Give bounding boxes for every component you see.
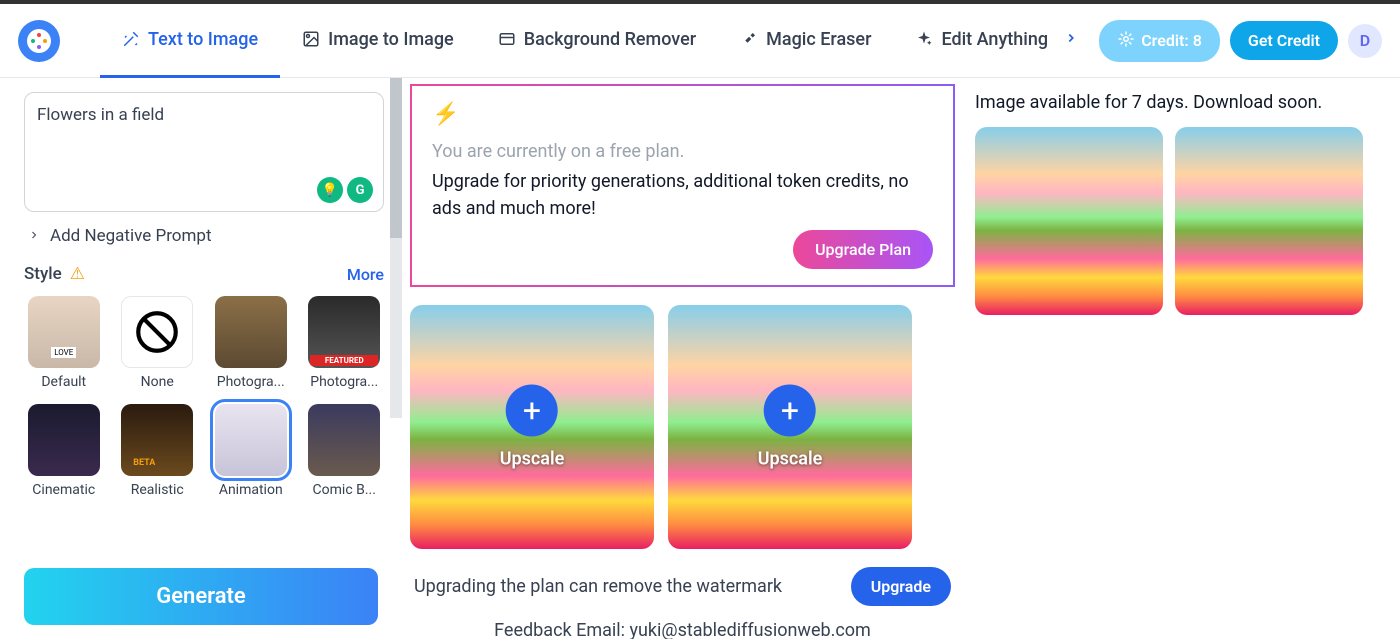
upgrade-description: Upgrade for priority generations, additi…: [432, 168, 933, 222]
style-comic-book[interactable]: Comic B...: [305, 404, 385, 498]
nav-label: Background Remover: [524, 29, 696, 50]
credit-icon: [1117, 30, 1135, 52]
generate-button[interactable]: Generate: [24, 568, 378, 625]
none-icon: [121, 296, 193, 368]
style-photography-1[interactable]: Photogra...: [211, 296, 291, 390]
bolt-icon: ⚡: [432, 102, 933, 127]
style-cinematic[interactable]: Cinematic: [24, 404, 104, 498]
generated-image-1[interactable]: + Upscale: [410, 305, 654, 549]
main-content: ⚡ You are currently on a free plan. Upgr…: [402, 78, 967, 639]
nav-image-to-image[interactable]: Image to Image: [280, 4, 476, 78]
upscale-plus-icon[interactable]: +: [764, 385, 816, 437]
upgrade-plan-button[interactable]: Upgrade Plan: [793, 230, 933, 269]
style-animation[interactable]: Animation: [211, 404, 291, 498]
upscale-label: Upscale: [500, 449, 565, 470]
style-more-link[interactable]: More: [347, 265, 384, 284]
style-grid: Default None Photogra... Photogra... Cin…: [24, 296, 384, 498]
header: Text to Image Image to Image Background …: [0, 4, 1400, 78]
style-realistic[interactable]: Realistic: [118, 404, 198, 498]
thumbnail-image-2[interactable]: [1175, 127, 1363, 315]
sidebar-scrollbar[interactable]: [390, 78, 402, 418]
nav-label: Magic Eraser: [766, 29, 871, 50]
nav-label: Image to Image: [328, 29, 454, 50]
upgrade-button[interactable]: Upgrade: [851, 567, 951, 606]
nav-background-remover[interactable]: Background Remover: [476, 4, 718, 78]
credit-pill[interactable]: Credit: 8: [1099, 20, 1220, 62]
lightbulb-icon[interactable]: 💡: [317, 177, 343, 203]
style-none[interactable]: None: [118, 296, 198, 390]
prompt-input[interactable]: Flowers in a field 💡 G: [24, 92, 384, 212]
app-logo[interactable]: [18, 20, 60, 62]
sidebar: Flowers in a field 💡 G Add Negative Prom…: [0, 78, 402, 639]
nav-label: Text to Image: [148, 29, 258, 50]
negative-prompt-label: Add Negative Prompt: [50, 226, 212, 246]
grammarly-icon[interactable]: G: [347, 177, 373, 203]
image-icon: [302, 30, 320, 48]
chevron-right-icon: [28, 226, 40, 246]
upscale-label: Upscale: [758, 449, 823, 470]
add-negative-prompt[interactable]: Add Negative Prompt: [24, 226, 384, 246]
thumbnail-image-1[interactable]: [975, 127, 1163, 315]
credit-label: Credit: 8: [1141, 31, 1202, 50]
brush-icon: [740, 30, 758, 48]
style-section-label: Style ⚠: [24, 264, 85, 284]
free-plan-text: You are currently on a free plan.: [432, 141, 933, 162]
nav-edit-anything[interactable]: Edit Anything: [893, 4, 1054, 78]
style-default[interactable]: Default: [24, 296, 104, 390]
upgrade-banner: ⚡ You are currently on a free plan. Upgr…: [410, 84, 955, 287]
availability-text: Image available for 7 days. Download soo…: [975, 92, 1382, 113]
nav-more-chevron[interactable]: [1054, 27, 1088, 55]
watermark-text: Upgrading the plan can remove the waterm…: [414, 576, 782, 597]
feedback-email: Feedback Email: yuki@stablediffusionweb.…: [410, 620, 955, 639]
sparkle-icon: [915, 30, 933, 48]
eraser-bg-icon: [498, 30, 516, 48]
nav-magic-eraser[interactable]: Magic Eraser: [718, 4, 893, 78]
warning-icon: ⚠: [70, 264, 85, 284]
user-avatar[interactable]: D: [1348, 24, 1382, 58]
nav-text-to-image[interactable]: Text to Image: [100, 4, 280, 78]
main-nav: Text to Image Image to Image Background …: [100, 4, 1099, 78]
style-photography-2[interactable]: Photogra...: [305, 296, 385, 390]
nav-label: Edit Anything: [941, 29, 1048, 50]
upscale-plus-icon[interactable]: +: [506, 385, 558, 437]
get-credit-button[interactable]: Get Credit: [1230, 21, 1338, 60]
prompt-text: Flowers in a field: [37, 105, 371, 125]
right-panel: Image available for 7 days. Download soo…: [967, 78, 1400, 639]
wand-icon: [122, 30, 140, 48]
generated-image-2[interactable]: + Upscale: [668, 305, 912, 549]
